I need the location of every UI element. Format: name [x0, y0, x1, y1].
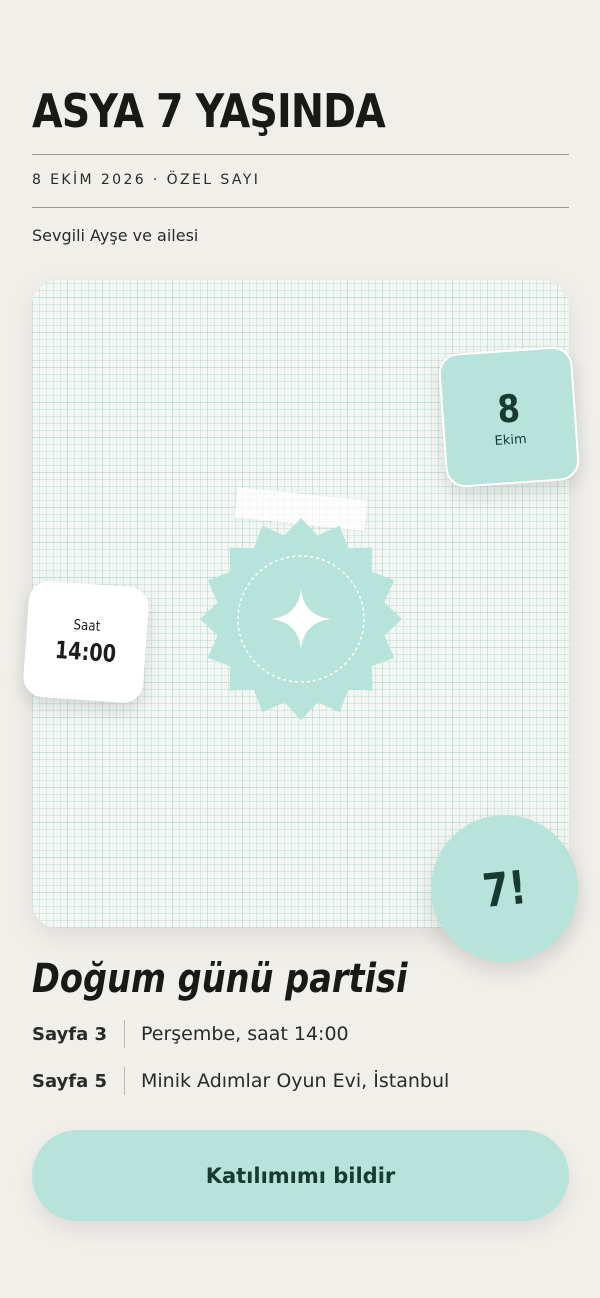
badge-shape — [200, 518, 402, 720]
detail-label: Sayfa 3 — [32, 1023, 108, 1045]
age-circle: 7! — [431, 815, 578, 962]
date-note: 8 Ekim — [437, 345, 581, 489]
bottom-divider — [32, 207, 569, 208]
greeting-text: Sevgili Ayşe ve ailesi — [32, 226, 199, 245]
detail-separator — [124, 1020, 125, 1048]
time-note: Saat 14:00 — [22, 579, 150, 705]
page-title: ASYA 7 YAŞINDA — [32, 84, 386, 138]
top-divider — [32, 154, 569, 155]
rsvp-button[interactable]: Katılımımı bildir — [32, 1130, 569, 1221]
party-title: Doğum günü partisi — [32, 956, 408, 1002]
detail-value: Minik Adımlar Oyun Evi, İstanbul — [141, 1070, 450, 1092]
detail-row-time: Sayfa 3 Perşembe, saat 14:00 — [32, 1020, 349, 1048]
age-text: 7! — [480, 859, 529, 918]
time-value: 14:00 — [53, 635, 117, 669]
date-day: 8 — [495, 385, 522, 432]
detail-value: Perşembe, saat 14:00 — [141, 1023, 349, 1045]
time-label: Saat — [73, 617, 102, 635]
scalloped-badge — [198, 516, 404, 722]
detail-row-place: Sayfa 5 Minik Adımlar Oyun Evi, İstanbul — [32, 1067, 449, 1095]
detail-label: Sayfa 5 — [32, 1070, 108, 1092]
detail-separator — [124, 1067, 125, 1095]
date-month: Ekim — [494, 431, 528, 449]
issue-line: 8 EKİM 2026 · ÖZEL SAYI — [32, 172, 261, 188]
